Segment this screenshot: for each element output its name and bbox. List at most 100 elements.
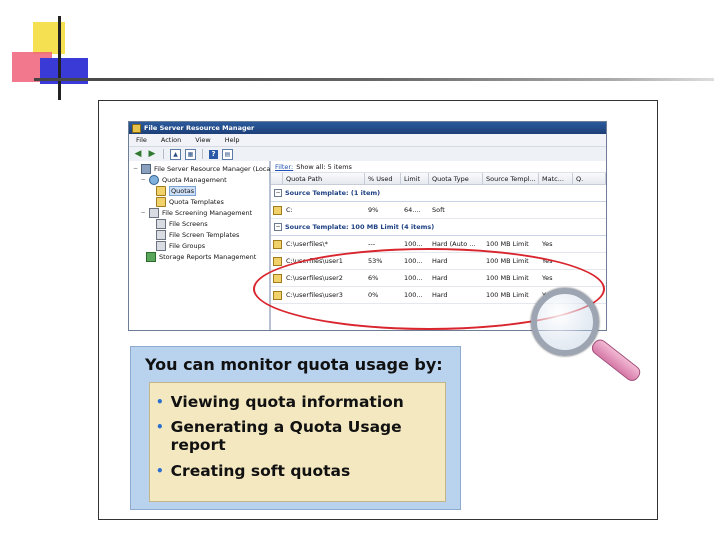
cell-match: Yes [542,240,553,248]
cell-used: 53% [368,257,383,265]
decor-horizontal-line [34,78,714,81]
quota-template-icon [156,196,166,207]
tree-item-label: File Screening Management [162,208,253,217]
tree-item-label: File Screens [169,219,208,228]
column-header-icon [271,173,283,184]
forward-arrow-icon[interactable]: ▶ [147,149,157,159]
list-item: • Generating a Quota Usage report [156,418,426,454]
quota-row-icon [271,202,283,218]
callout-list: • Viewing quota information • Generating… [149,382,446,502]
cell-path: C:\userfiles\* [286,240,328,248]
group-header[interactable]: − Source Template: 100 MB Limit (4 items… [271,219,606,236]
cell-template [483,202,539,218]
cell-template: 100 MB Limit [486,240,529,248]
callout-title: You can monitor quota usage by: [145,355,443,374]
tree-item-label: File Screen Templates [169,230,240,239]
table-row[interactable]: C:\userfiles\user1 53% 100... Hard 100 M… [271,253,606,270]
table-row[interactable]: C:\userfiles\* --- 100... Hard (Auto ...… [271,236,606,253]
tree-item-file-screen-templates[interactable]: File Screen Templates [133,229,269,240]
collapse-icon[interactable]: − [140,176,146,183]
group-header-label: Source Template: 100 MB Limit (4 items) [285,223,435,231]
cell-match: Yes [542,257,553,265]
window-titlebar: File Server Resource Manager [129,122,606,134]
bullet-icon: • [156,464,164,478]
menu-view[interactable]: View [188,136,217,144]
list-item: • Creating soft quotas [156,462,350,480]
properties-icon[interactable]: ▤ [222,148,233,160]
collapse-icon[interactable]: − [133,165,138,172]
collapse-icon[interactable]: − [274,189,282,197]
cell-limit: 100... [404,240,423,248]
column-header-quota-path[interactable]: Quota Path [283,173,365,184]
list-item: • Viewing quota information [156,393,404,411]
tree-item-quota-templates[interactable]: Quota Templates [133,196,269,207]
cell-limit: 64.... [404,206,421,214]
cell-used: 9% [368,206,379,214]
cell-used: 0% [368,291,379,299]
callout-box: You can monitor quota usage by: • Viewin… [130,346,461,510]
table-row[interactable]: C: 9% 64.... Soft [271,202,606,219]
show-hide-tree-icon[interactable]: ▦ [185,148,196,160]
cell-match: Yes [542,274,553,282]
column-header-quota-type[interactable]: Quota Type [429,173,483,184]
cell-type: Soft [432,206,445,214]
menu-file[interactable]: File [129,136,154,144]
cell-limit: 100... [404,291,423,299]
quota-icon [156,185,166,196]
decor-vertical-line [58,16,61,100]
tree-item-quotas[interactable]: Quotas [133,185,269,196]
quota-row-icon [271,270,283,286]
quota-row-icon [271,253,283,269]
tree-item-label: File Server Resource Manager (Local) [154,164,275,173]
bullet-text: Viewing quota information [170,393,404,411]
file-screen-icon [156,218,166,229]
toolbar-separator [202,149,203,159]
collapse-icon[interactable]: − [140,209,146,216]
tree-item-label: Storage Reports Management [159,252,257,261]
cell-type: Hard [432,274,448,282]
window-title: File Server Resource Manager [144,124,255,132]
column-header-q[interactable]: Q. [573,173,606,184]
bullet-text: Generating a Quota Usage report [170,418,402,454]
collapse-icon[interactable]: − [274,223,282,231]
tree-item-label: File Groups [169,241,206,250]
column-header-limit[interactable]: Limit [401,173,429,184]
table-row[interactable]: C:\userfiles\user2 6% 100... Hard 100 MB… [271,270,606,287]
tree-item-storage-reports[interactable]: Storage Reports Management [133,251,269,262]
cell-template: 100 MB Limit [486,274,529,282]
fsrm-window: File Server Resource Manager File Action… [128,121,607,331]
menu-bar: File Action View Help [129,134,606,147]
column-header-match[interactable]: Matc... [539,173,573,184]
table-header: Quota Path % Used Limit Quota Type Sourc… [271,173,606,185]
toolbar-separator [163,149,164,159]
bullet-icon: • [156,395,164,409]
column-header-used[interactable]: % Used [365,173,401,184]
column-header-source-template[interactable]: Source Templ... [483,173,539,184]
magnifier-icon [531,288,599,356]
cell-path: C: [286,206,293,214]
help-icon[interactable]: ? [209,149,218,159]
console-tree: − File Server Resource Manager (Local) −… [129,161,275,330]
tree-item-label: Quota Management [162,175,227,184]
file-group-icon [156,240,166,251]
tree-item-file-screening-management[interactable]: − File Screening Management [133,207,269,218]
filter-link[interactable]: Filter: [275,163,293,171]
cell-path: C:\userfiles\user3 [286,291,343,299]
cell-path: C:\userfiles\user2 [286,274,343,282]
cell-used: --- [368,240,376,248]
back-arrow-icon[interactable]: ◀ [133,149,143,159]
menu-action[interactable]: Action [154,136,188,144]
tree-item-file-screens[interactable]: File Screens [133,218,269,229]
group-header[interactable]: − Source Template: (1 item) [271,185,606,202]
quota-row-icon [271,287,283,303]
cell-path: C:\userfiles\user1 [286,257,343,265]
tree-item-file-groups[interactable]: File Groups [133,240,269,251]
toolbar: ◀ ▶ ▲ ▦ ? ▤ [129,147,606,162]
tree-item-fsrm[interactable]: − File Server Resource Manager (Local) [133,163,275,174]
cell-type: Hard [432,257,448,265]
filter-text: Show all: 5 items [296,162,352,171]
tree-item-quota-management[interactable]: − Quota Management [133,174,269,185]
folder-up-icon[interactable]: ▲ [170,148,181,160]
menu-help[interactable]: Help [218,136,247,144]
cell-q [573,202,606,218]
